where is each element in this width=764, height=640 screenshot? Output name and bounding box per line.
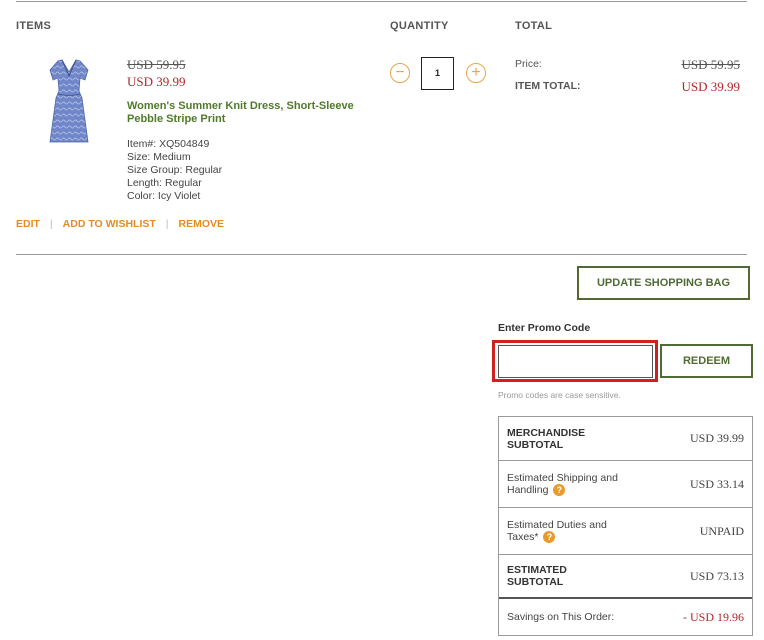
redeem-button[interactable]: REDEEM (660, 344, 753, 378)
items-header: ITEMS (16, 20, 52, 32)
section-divider (16, 254, 747, 255)
minus-icon[interactable]: − (390, 63, 410, 83)
attr-length: Length: Regular (127, 177, 202, 189)
total-header: TOTAL (515, 20, 553, 32)
summary-row-savings: Savings on This Order: - USD 19.96 (499, 599, 752, 635)
estimated-subtotal-value: USD 73.13 (689, 568, 744, 583)
product-name-link[interactable]: Women's Summer Knit Dress, Short-Sleeve … (127, 100, 392, 126)
help-icon[interactable]: ? (543, 531, 556, 544)
separator: | (49, 218, 53, 230)
summary-row-shipping: Estimated Shipping and Handling ? USD 33… (499, 461, 752, 508)
product-image[interactable] (38, 58, 100, 146)
add-to-wishlist-link[interactable]: ADD TO WISHLIST (63, 218, 156, 230)
duties-label-text: Estimated Duties and Taxes* (507, 518, 607, 543)
shipping-value: USD 33.14 (689, 476, 744, 491)
promo-code-input[interactable] (498, 345, 653, 378)
top-divider (16, 1, 747, 2)
attr-item-number: Item#: XQ504849 (127, 138, 210, 150)
edit-link[interactable]: EDIT (16, 218, 40, 230)
help-icon[interactable]: ? (553, 484, 566, 497)
savings-value: - USD 19.96 (682, 609, 744, 624)
plus-icon[interactable]: + (466, 63, 486, 83)
promo-note: Promo codes are case sensitive. (498, 390, 621, 400)
savings-label: Savings on This Order: (507, 611, 615, 623)
price-label: Price: (515, 58, 542, 70)
item-total-label: ITEM TOTAL: (515, 80, 581, 92)
order-summary: MERCHANDISE SUBTOTAL USD 39.99 Estimated… (498, 416, 753, 636)
duties-value: UNPAID (699, 523, 744, 538)
product-attributes: Item#: XQ504849 Size: Medium Size Group:… (127, 138, 222, 203)
remove-link[interactable]: REMOVE (179, 218, 225, 230)
summary-row-estimated: ESTIMATED SUBTOTAL USD 73.13 (499, 555, 752, 599)
sale-price: USD 39.99 (127, 74, 186, 89)
attr-color: Color: Icy Violet (127, 190, 201, 202)
merchandise-subtotal-value: USD 39.99 (689, 431, 744, 445)
quantity-header: QUANTITY (390, 20, 449, 32)
summary-row-merchandise: MERCHANDISE SUBTOTAL USD 39.99 (499, 417, 752, 461)
shipping-label: Estimated Shipping and Handling ? (507, 472, 637, 497)
item-total-value: USD 39.99 (681, 79, 740, 94)
promo-code-label: Enter Promo Code (498, 322, 591, 334)
merchandise-subtotal-label: MERCHANDISE SUBTOTAL (507, 426, 586, 451)
original-price: USD 59.95 (127, 57, 186, 72)
attr-size-group: Size Group: Regular (127, 164, 223, 176)
item-actions: EDIT | ADD TO WISHLIST | REMOVE (16, 218, 224, 230)
summary-row-duties: Estimated Duties and Taxes* ? UNPAID (499, 508, 752, 555)
attr-size: Size: Medium (127, 151, 191, 163)
duties-label: Estimated Duties and Taxes* ? (507, 518, 627, 544)
update-shopping-bag-button[interactable]: UPDATE SHOPPING BAG (577, 266, 750, 300)
quantity-field[interactable]: 1 (421, 57, 454, 90)
separator: | (165, 218, 169, 230)
estimated-subtotal-label: ESTIMATED SUBTOTAL (507, 564, 567, 588)
price-value: USD 59.95 (681, 57, 740, 72)
